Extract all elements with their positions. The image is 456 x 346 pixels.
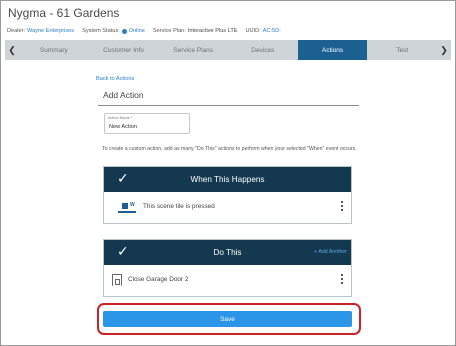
check-icon: ✓ [117, 171, 129, 187]
system-status-value: Online [128, 28, 145, 34]
do-action-text: Close Garage Door 2 [128, 276, 189, 283]
check-icon: ✓ [117, 244, 129, 260]
when-card-header: ✓ When This Happens [104, 167, 351, 192]
instructions-text: To create a custom action, add as many "… [102, 146, 357, 152]
action-name-field[interactable]: Action Name * New Action [104, 113, 190, 134]
section-title: Add Action [103, 90, 144, 100]
garage-door-icon [112, 273, 122, 286]
tab-devices[interactable]: Devices [228, 40, 298, 60]
action-name-value[interactable]: New Action [109, 124, 137, 130]
kebab-menu-icon[interactable] [341, 201, 344, 211]
chevron-right-icon[interactable]: ❯ [437, 40, 451, 60]
online-status-icon [121, 28, 127, 34]
status-row: Dealer: Wayne Enterprises System Status:… [7, 28, 289, 34]
when-trigger-row[interactable]: W This scene tile is pressed [104, 192, 351, 221]
when-trigger-text: This scene tile is pressed [143, 203, 215, 210]
kebab-menu-icon[interactable] [341, 274, 344, 284]
tab-customer-info[interactable]: Customer Info [89, 40, 159, 60]
service-plan-label: Service Plan: [152, 28, 186, 34]
uuid-value[interactable]: AC:5D: [263, 28, 281, 34]
when-card-title: When This Happens [190, 175, 265, 184]
uuid-label: UUID: [245, 28, 261, 34]
tab-bar: ❮ Summary Customer Info Service Plans De… [5, 40, 451, 60]
action-name-label: Action Name * [108, 116, 133, 120]
add-another-button[interactable]: + Add Another [314, 249, 347, 255]
tab-test[interactable]: Test [367, 40, 437, 60]
tab-service-plans[interactable]: Service Plans [158, 40, 228, 60]
save-button[interactable]: Save [103, 311, 352, 327]
do-action-row[interactable]: Close Garage Door 2 [104, 265, 351, 294]
do-card-header: ✓ Do This + Add Another [104, 240, 351, 265]
tabs: Summary Customer Info Service Plans Devi… [19, 40, 437, 60]
dealer-label: Dealer: [7, 28, 26, 34]
back-to-actions-link[interactable]: Back to Actions [96, 76, 134, 82]
section-divider [98, 105, 359, 106]
dealer-link[interactable]: Wayne Enterprises [27, 28, 74, 34]
when-card: ✓ When This Happens W This scene tile is… [103, 166, 352, 224]
system-status-label: System Status: [82, 28, 120, 34]
do-card: ✓ Do This + Add Another Close Garage Doo… [103, 239, 352, 297]
tab-actions[interactable]: Actions [297, 40, 368, 60]
tab-summary[interactable]: Summary [19, 40, 89, 60]
service-plan-value: Interactive Plus LTE [187, 28, 238, 34]
app-window: Nygma - 61 Gardens Dealer: Wayne Enterpr… [0, 0, 456, 346]
scene-tile-icon: W [118, 200, 136, 214]
page-title: Nygma - 61 Gardens [8, 6, 120, 20]
chevron-left-icon[interactable]: ❮ [5, 40, 19, 60]
